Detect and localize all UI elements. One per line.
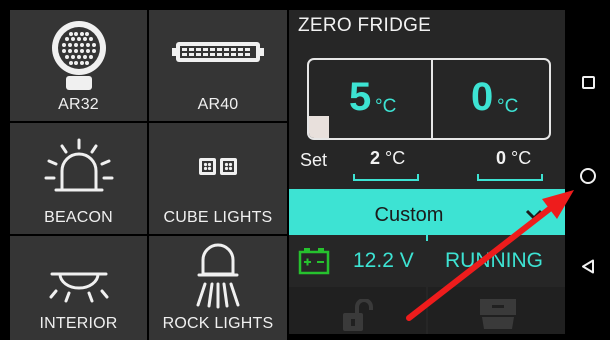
set-left-unit: °C <box>385 148 406 168</box>
temperature-display: 5 °C 0 °C <box>307 58 551 140</box>
square-recents-icon[interactable] <box>582 76 595 89</box>
fridge-title: ZERO FRIDGE <box>298 15 432 36</box>
set-right-underline <box>477 174 543 181</box>
tile-interior[interactable]: INTERIOR <box>10 236 147 340</box>
cooler-icon <box>480 299 516 329</box>
battery-icon <box>298 248 330 275</box>
tile-cube-lights[interactable]: CUBE LIGHTS <box>149 123 287 234</box>
tile-label: AR32 <box>58 96 99 113</box>
cube-lights-icon <box>199 158 237 175</box>
unlocked-padlock-icon <box>343 299 373 331</box>
circle-home-icon[interactable] <box>579 167 597 185</box>
tile-label: BEACON <box>44 209 113 226</box>
beacon-icon <box>44 138 113 192</box>
tile-label: AR40 <box>197 96 239 113</box>
tile-ar40[interactable]: AR40 <box>149 10 287 121</box>
round-spotlight-icon <box>51 21 106 90</box>
set-left-number: 2 <box>370 148 381 168</box>
set-left-underline <box>353 174 419 181</box>
set-right-number: 0 <box>496 148 507 168</box>
battery-voltage: 12.2 V <box>353 249 414 272</box>
right-temperature-unit: °C <box>497 96 519 117</box>
fridge-panel: ZERO FRIDGE 5 °C 0 °C Set 2 °C 0 °C Cust… <box>289 10 565 334</box>
chevron-down-icon <box>525 209 543 221</box>
tile-rock-lights[interactable]: ROCK LIGHTS <box>149 236 287 340</box>
set-right-unit: °C <box>511 148 532 168</box>
lock-button[interactable] <box>289 287 426 334</box>
running-status-text: RUNNING <box>445 249 543 272</box>
temperature-divider <box>431 60 433 138</box>
triangle-back-icon[interactable] <box>581 259 595 274</box>
set-left-value[interactable]: 2 °C <box>370 148 405 169</box>
tile-label: INTERIOR <box>39 315 118 332</box>
left-temperature-unit: °C <box>375 96 397 117</box>
tile-label: CUBE LIGHTS <box>163 209 273 226</box>
rock-lights-icon <box>196 243 240 309</box>
mode-value: Custom <box>374 204 444 226</box>
light-bar-icon <box>172 42 264 62</box>
screen: AR32 AR40 BEACON CUBE LIGHTS INTERIOR RO… <box>0 0 610 340</box>
navigation-bar <box>565 0 610 340</box>
cooler-button[interactable] <box>428 287 565 334</box>
right-temperature: 0 <box>471 75 494 119</box>
set-label: Set <box>300 150 328 170</box>
tile-beacon[interactable]: BEACON <box>10 123 147 234</box>
interior-light-icon <box>49 272 108 303</box>
tile-label: ROCK LIGHTS <box>162 315 274 332</box>
mode-dropdown[interactable]: Custom <box>289 189 565 241</box>
set-right-value[interactable]: 0 °C <box>496 148 531 169</box>
zone-indicator <box>309 116 329 138</box>
left-temperature: 5 <box>349 75 372 119</box>
tile-ar32[interactable]: AR32 <box>10 10 147 121</box>
